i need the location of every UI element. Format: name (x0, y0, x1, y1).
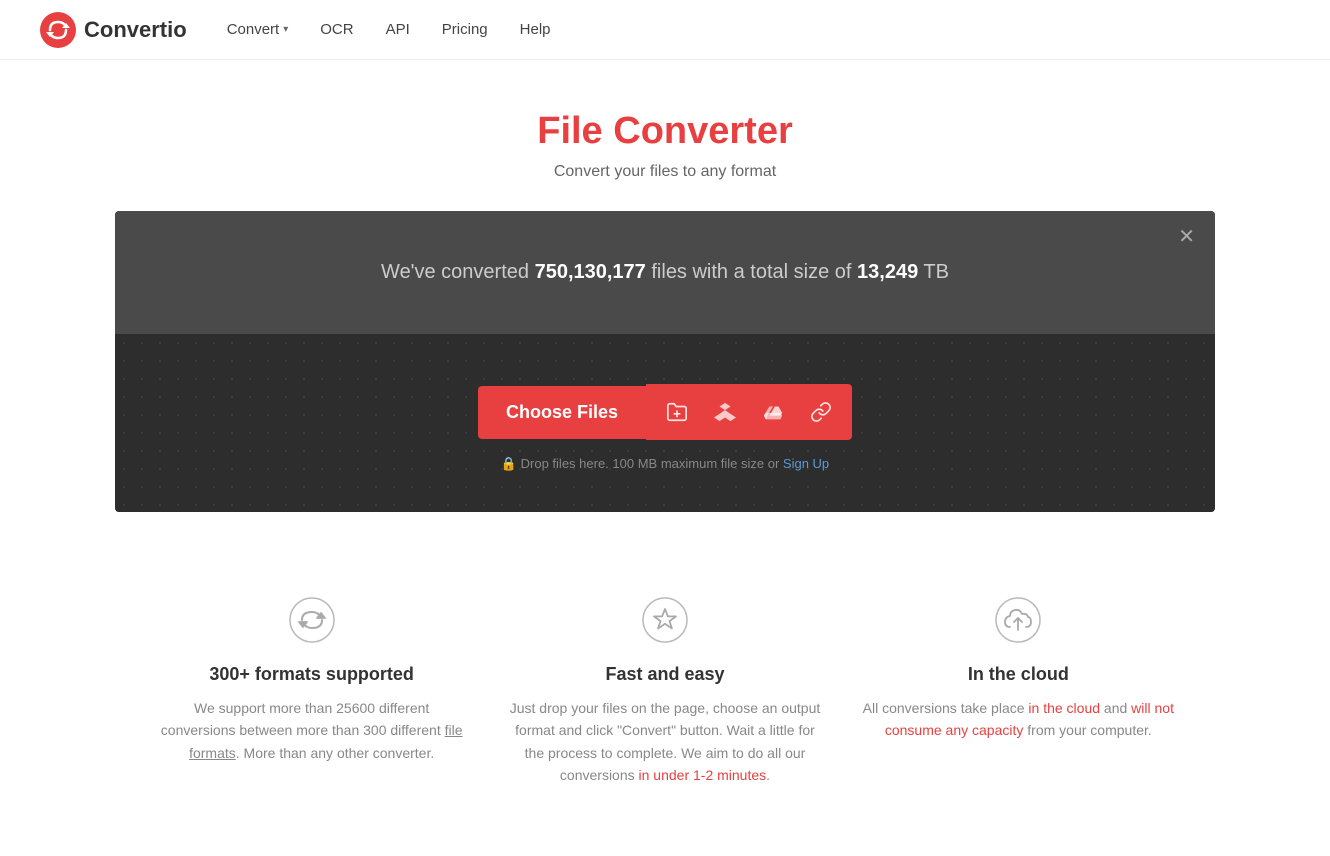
upload-folder-button[interactable] (662, 397, 692, 427)
nav-convert-label: Convert (227, 21, 280, 38)
google-drive-icon (762, 401, 784, 423)
logo-icon (40, 12, 76, 48)
hero-subtitle: Convert your files to any format (20, 163, 1310, 181)
features-section: 300+ formats supported We support more t… (115, 572, 1215, 847)
nav-pricing[interactable]: Pricing (442, 21, 488, 38)
upload-icons-row (646, 384, 852, 440)
close-button[interactable]: ✕ (1178, 227, 1195, 247)
feature-speed: Fast and easy Just drop your files on th… (508, 592, 821, 787)
feature-cloud-title: In the cloud (862, 664, 1175, 685)
nav-convert[interactable]: Convert ▾ (227, 21, 289, 38)
formats-icon-container (284, 592, 340, 648)
nav-ocr[interactable]: OCR (320, 21, 353, 38)
lock-icon: 🔒 (501, 456, 517, 471)
sign-up-link[interactable]: Sign Up (783, 456, 829, 471)
stats-bar: We've converted 750,130,177 files with a… (115, 211, 1215, 334)
feature-cloud: In the cloud All conversions take place … (862, 592, 1175, 787)
total-size: 13,249 (857, 261, 918, 283)
feature-formats: 300+ formats supported We support more t… (155, 592, 468, 787)
upload-area: Choose Files (115, 334, 1215, 512)
chevron-down-icon: ▾ (283, 24, 288, 35)
choose-files-row: Choose Files (435, 384, 895, 440)
hero-section: File Converter Convert your files to any… (0, 60, 1330, 211)
file-formats-link[interactable]: file formats (189, 722, 462, 760)
upload-gdrive-button[interactable] (758, 397, 788, 427)
nav-api[interactable]: API (386, 21, 410, 38)
stats-text: We've converted 750,130,177 files with a… (381, 261, 949, 283)
upload-url-button[interactable] (806, 397, 836, 427)
link-icon (810, 401, 832, 423)
navbar: Convertio Convert ▾ OCR API Pricing Help (0, 0, 1330, 60)
files-count: 750,130,177 (535, 261, 646, 283)
refresh-icon (287, 595, 337, 645)
feature-formats-desc: We support more than 25600 different con… (155, 697, 468, 764)
logo-text: Convertio (84, 17, 187, 43)
star-icon (640, 595, 690, 645)
speed-icon-container (637, 592, 693, 648)
dropbox-icon (714, 401, 736, 423)
folder-icon (666, 401, 688, 423)
choose-files-button[interactable]: Choose Files (478, 386, 646, 439)
upload-dropbox-button[interactable] (710, 397, 740, 427)
page-title: File Converter (20, 110, 1310, 153)
feature-formats-title: 300+ formats supported (155, 664, 468, 685)
feature-speed-desc: Just drop your files on the page, choose… (508, 697, 821, 787)
cloud-upload-icon (993, 595, 1043, 645)
drop-info-text: 🔒 Drop files here. 100 MB maximum file s… (135, 456, 1195, 472)
upload-container: ✕ We've converted 750,130,177 files with… (115, 211, 1215, 512)
cloud-icon-container (990, 592, 1046, 648)
feature-cloud-desc: All conversions take place in the cloud … (862, 697, 1175, 742)
feature-speed-title: Fast and easy (508, 664, 821, 685)
logo-link[interactable]: Convertio (40, 12, 187, 48)
nav-help[interactable]: Help (520, 21, 551, 38)
